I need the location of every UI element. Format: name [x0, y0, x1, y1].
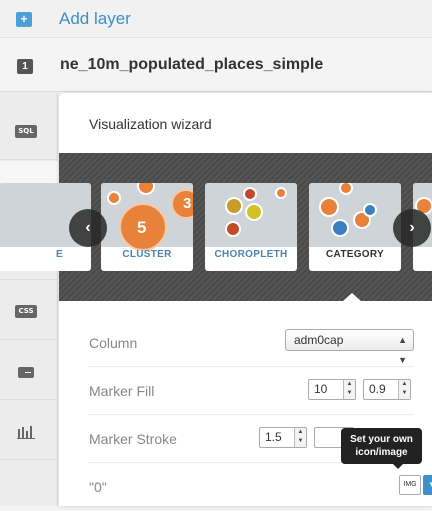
- sidebar-item-sql[interactable]: SQL: [0, 101, 58, 160]
- visualization-carousel: E 5 3 CLUSTER CHOROPLETH CATEGORY ‹ ›: [0, 153, 432, 301]
- choropleth-point: [243, 187, 257, 201]
- sidebar-item-legends[interactable]: [0, 341, 58, 400]
- choropleth-point: [225, 221, 241, 237]
- column-value: adm0cap: [294, 333, 344, 347]
- css-icon: CSS: [15, 305, 37, 318]
- wizard-title: Visualization wizard: [89, 116, 212, 132]
- cluster-bubble: [107, 191, 121, 205]
- viz-card-category[interactable]: CATEGORY: [309, 183, 401, 271]
- stepper-arrows-icon[interactable]: ▲ ▼: [294, 428, 306, 447]
- layer-number-badge: 1: [17, 59, 33, 74]
- choropleth-point: [275, 187, 287, 199]
- layer-header: 1 ne_10m_populated_places_simple: [0, 38, 432, 92]
- choropleth-point: [225, 197, 243, 215]
- marker-fill-width-stepper[interactable]: 10 ▲ ▼: [308, 379, 356, 400]
- choropleth-point: [245, 203, 263, 221]
- marker-fill-label: Marker Fill: [89, 383, 155, 399]
- viz-label: E: [56, 249, 63, 260]
- bar-chart-icon: [17, 425, 35, 439]
- carousel-prev-button[interactable]: ‹: [69, 209, 107, 247]
- category-preview: [309, 183, 401, 247]
- tooltip: Set your own icon/image: [341, 428, 422, 464]
- viz-label-choropleth: CHOROPLETH: [214, 249, 288, 260]
- selected-indicator: [343, 293, 361, 301]
- viz-card-cluster[interactable]: 5 3 CLUSTER: [101, 183, 193, 271]
- choropleth-preview: [205, 183, 297, 247]
- column-row: Column adm0cap ▲ ▼: [89, 319, 414, 367]
- add-layer-bar[interactable]: + Add layer: [0, 0, 432, 38]
- zero-category-row: "0" IMG ▼: [89, 463, 432, 511]
- viz-card-choropleth[interactable]: CHOROPLETH: [205, 183, 297, 271]
- cluster-preview: 5 3: [101, 183, 193, 251]
- chevron-down-icon[interactable]: ▼: [423, 475, 432, 495]
- viz-label-cluster: CLUSTER: [122, 249, 172, 260]
- zero-category-label: "0": [89, 479, 107, 495]
- sidebar-item-css[interactable]: CSS: [0, 281, 58, 340]
- viz-label-category: CATEGORY: [326, 249, 384, 260]
- sidebar-item-filters[interactable]: [0, 401, 58, 460]
- column-select[interactable]: adm0cap ▲ ▼: [285, 329, 414, 365]
- sql-icon: SQL: [15, 125, 37, 138]
- marker-fill-width-value: 10: [314, 382, 328, 396]
- marker-stroke-width-value: 1.5: [265, 430, 282, 444]
- marker-fill-opacity-stepper[interactable]: 0.9 ▲ ▼: [363, 379, 411, 400]
- stepper-arrows-icon[interactable]: ▲ ▼: [398, 380, 410, 399]
- cluster-bubble: [137, 183, 155, 195]
- legend-icon: [18, 367, 34, 378]
- cluster-count: 5: [137, 218, 147, 237]
- column-label: Column: [89, 335, 138, 351]
- marker-fill-opacity-value: 0.9: [369, 382, 386, 396]
- select-caret-icon: ▲ ▼: [398, 335, 407, 365]
- add-layer-label[interactable]: Add layer: [59, 9, 131, 29]
- image-button[interactable]: IMG: [399, 475, 421, 495]
- category-point: [331, 219, 349, 237]
- add-icon[interactable]: +: [16, 12, 32, 27]
- marker-stroke-width-stepper[interactable]: 1.5 ▲ ▼: [259, 427, 307, 448]
- cluster-count: 3: [183, 195, 192, 212]
- sidebar: SQL CSS: [0, 92, 58, 506]
- marker-fill-row: Marker Fill 10 ▲ ▼ 0.9 ▲ ▼: [89, 367, 414, 415]
- carousel-next-button[interactable]: ›: [393, 209, 431, 247]
- marker-stroke-label: Marker Stroke: [89, 431, 177, 447]
- tooltip-pointer: [393, 464, 403, 469]
- stepper-arrows-icon[interactable]: ▲ ▼: [343, 380, 355, 399]
- category-point: [319, 197, 339, 217]
- layer-name[interactable]: ne_10m_populated_places_simple: [60, 56, 323, 74]
- category-point: [339, 183, 353, 195]
- category-point: [363, 203, 377, 217]
